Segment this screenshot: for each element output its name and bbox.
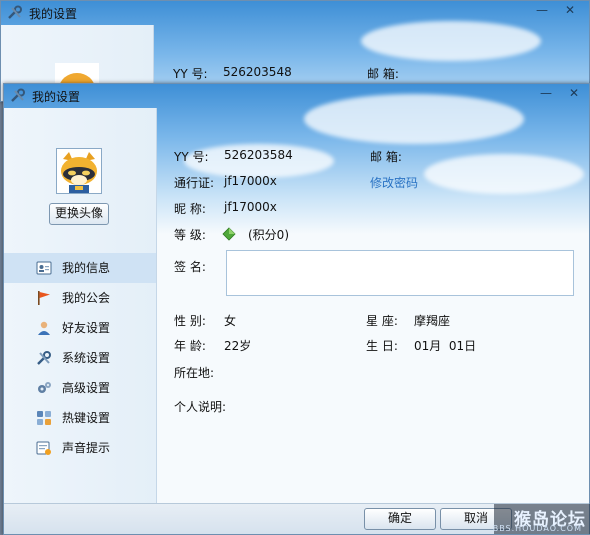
- level-points: (积分0): [248, 228, 289, 242]
- sound-icon: [36, 441, 51, 455]
- person-icon: [38, 321, 50, 335]
- yy-number-value: 526203584: [224, 148, 293, 162]
- yy-number-label: YY 号:: [174, 150, 209, 164]
- forum-watermark: 猴岛论坛 BBS.HOUDAO.COM: [492, 504, 590, 534]
- back-minimize-button[interactable]: —: [529, 1, 555, 21]
- signature-label: 签 名:: [174, 260, 206, 274]
- change-password-link[interactable]: 修改密码: [370, 174, 418, 191]
- back-yy-label: YY 号:: [173, 67, 208, 81]
- ok-button[interactable]: 确定: [364, 508, 436, 530]
- yy-bear-avatar-icon: [57, 149, 101, 193]
- change-avatar-button[interactable]: 更换头像: [49, 203, 109, 225]
- age-label: 年 龄:: [174, 339, 206, 353]
- window-title: 我的设置: [32, 90, 81, 104]
- gender-label: 性 别:: [174, 314, 206, 328]
- sidebar-item-label: 高级设置: [62, 381, 111, 395]
- settings-window: 我的设置 — ✕ 更换头像 我的信息 我的公会 好友设置 系统设置 高级设置 热…: [3, 83, 590, 535]
- sidebar-item-advanced-settings[interactable]: 高级设置: [4, 373, 156, 403]
- signature-input[interactable]: [226, 250, 574, 296]
- sidebar-item-label: 系统设置: [62, 351, 111, 365]
- profile-card-icon: [36, 261, 52, 275]
- sidebar-item-my-guild[interactable]: 我的公会: [4, 283, 156, 313]
- sidebar-item-label: 声音提示: [62, 441, 111, 455]
- age-value: 22岁: [224, 339, 252, 353]
- sidebar-item-label: 热键设置: [62, 411, 111, 425]
- tools-icon: [8, 5, 22, 19]
- bio-label: 个人说明:: [174, 400, 227, 414]
- passport-value: jf17000x: [224, 174, 277, 188]
- back-email-label: 邮 箱:: [367, 67, 399, 81]
- nickname-value: jf17000x: [224, 200, 277, 214]
- back-window-title: 我的设置: [29, 7, 78, 21]
- sidebar-item-my-info[interactable]: 我的信息: [4, 253, 156, 283]
- level-diamond-icon: [222, 227, 236, 241]
- back-titlebar: 我的设置 — ✕: [1, 1, 589, 25]
- watermark-url: BBS.HOUDAO.COM: [492, 524, 582, 533]
- back-yy-value: 526203548: [223, 65, 292, 79]
- sidebar-item-friend-settings[interactable]: 好友设置: [4, 313, 156, 343]
- sidebar: 更换头像 我的信息 我的公会 好友设置 系统设置 高级设置 热键设置 声音提示: [4, 108, 157, 504]
- nickname-label: 昵 称:: [174, 202, 206, 216]
- zodiac-value: 摩羯座: [414, 314, 451, 328]
- birthday-label: 生 日:: [366, 339, 398, 353]
- avatar[interactable]: [56, 148, 102, 194]
- sidebar-item-label: 好友设置: [62, 321, 111, 335]
- sidebar-item-sound-alerts[interactable]: 声音提示: [4, 433, 156, 463]
- email-label: 邮 箱:: [370, 150, 402, 164]
- minimize-button[interactable]: —: [533, 84, 559, 104]
- zodiac-label: 星 座:: [366, 314, 398, 328]
- tools-icon: [37, 351, 51, 365]
- sidebar-item-hotkey-settings[interactable]: 热键设置: [4, 403, 156, 433]
- close-button[interactable]: ✕: [561, 84, 587, 104]
- sidebar-item-label: 我的公会: [62, 291, 111, 305]
- flag-icon: [38, 291, 50, 305]
- birthday-value: 01月 01日: [414, 339, 477, 353]
- gears-icon: [38, 382, 51, 393]
- sidebar-item-label: 我的信息: [62, 261, 111, 275]
- passport-label: 通行证:: [174, 176, 215, 190]
- level-label: 等 级:: [174, 228, 206, 242]
- sidebar-item-system-settings[interactable]: 系统设置: [4, 343, 156, 373]
- titlebar: 我的设置 — ✕: [4, 84, 589, 108]
- keyboard-icon: [37, 411, 51, 425]
- location-label: 所在地:: [174, 366, 215, 380]
- tools-icon: [11, 88, 25, 102]
- back-close-button[interactable]: ✕: [557, 1, 583, 21]
- gender-value: 女: [224, 314, 237, 328]
